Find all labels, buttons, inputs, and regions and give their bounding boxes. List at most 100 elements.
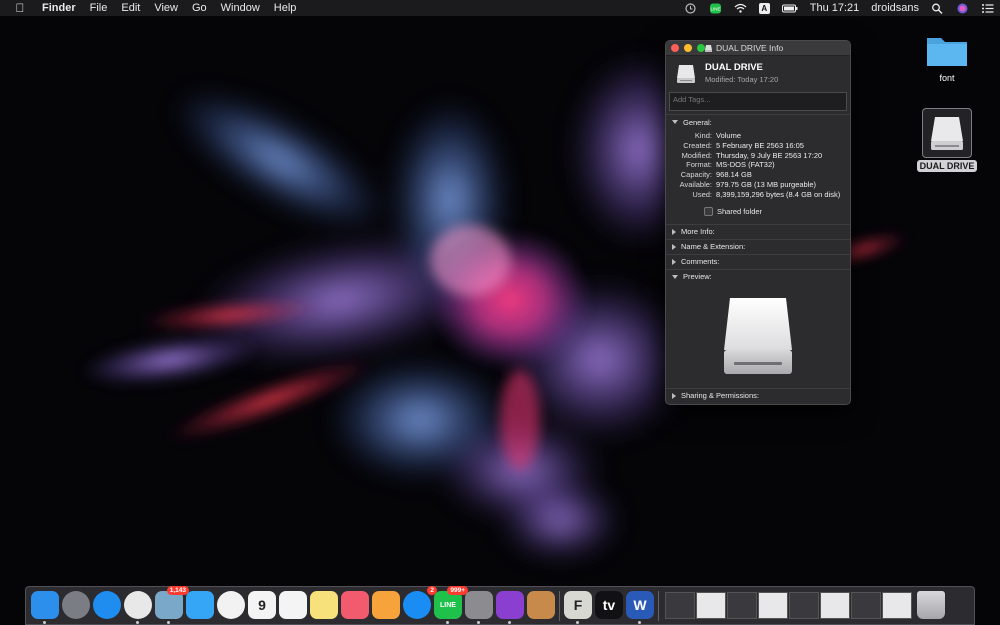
preview-pane bbox=[666, 284, 850, 388]
general-section-body: Kind: Volume Created: 5 February BE 2563 1… bbox=[666, 129, 850, 224]
desktop-drive-dual-drive[interactable]: DUAL DRIVE bbox=[912, 108, 982, 172]
wifi-icon[interactable] bbox=[734, 3, 747, 14]
info-row-used: Used: 8,399,159,296 bytes (8.4 GB on disk… bbox=[666, 190, 846, 200]
section-comments-header[interactable]: Comments: bbox=[666, 253, 850, 269]
section-more-info-header[interactable]: More Info: bbox=[666, 223, 850, 239]
section-label: Preview: bbox=[683, 272, 712, 282]
battery-icon[interactable] bbox=[781, 3, 798, 14]
time-machine-icon[interactable] bbox=[684, 2, 697, 14]
dock-running-indicator bbox=[508, 621, 511, 624]
info-value: MS-DOS (FAT32) bbox=[716, 160, 775, 170]
menu-go[interactable]: Go bbox=[192, 2, 207, 14]
disclosure-right-icon bbox=[672, 258, 676, 265]
disclosure-right-icon bbox=[672, 243, 676, 250]
input-source-icon[interactable]: A bbox=[758, 2, 770, 14]
dock-minimized-window[interactable] bbox=[665, 592, 695, 619]
info-row-available: Available: 979.75 GB (13 MB purgeable) bbox=[666, 180, 846, 190]
line-status-icon[interactable]: LINE bbox=[709, 3, 722, 14]
external-drive-icon bbox=[931, 117, 963, 150]
dock-app-word-icon[interactable]: W bbox=[626, 591, 654, 619]
siri-icon[interactable] bbox=[956, 3, 969, 14]
dock-app-calendar-icon[interactable]: 9 bbox=[248, 591, 276, 619]
section-name-extension-header[interactable]: Name & Extension: bbox=[666, 238, 850, 254]
dock-minimized-window[interactable] bbox=[789, 592, 819, 619]
section-sharing-permissions-header[interactable]: Sharing & Permissions: bbox=[666, 387, 850, 403]
menu-edit[interactable]: Edit bbox=[121, 2, 140, 14]
info-key: Used: bbox=[692, 189, 712, 199]
info-key: Format: bbox=[686, 160, 712, 170]
info-key: Available: bbox=[679, 179, 712, 189]
drive-title-icon bbox=[705, 45, 712, 52]
disclosure-down-icon bbox=[672, 120, 678, 124]
tags-field[interactable]: Add Tags... bbox=[669, 92, 847, 111]
dock-running-indicator bbox=[638, 621, 641, 624]
disclosure-down-icon bbox=[672, 274, 678, 279]
dock-app-safari-icon[interactable] bbox=[93, 591, 121, 619]
info-row-kind: Kind: Volume bbox=[666, 131, 846, 141]
dock-minimized-window[interactable] bbox=[882, 592, 912, 619]
info-value: Thursday, 9 July BE 2563 17:20 bbox=[716, 150, 823, 160]
dock-minimized-window[interactable] bbox=[820, 592, 850, 619]
section-label: Comments: bbox=[681, 257, 720, 267]
dock-app-affinity-photo-icon[interactable] bbox=[496, 591, 524, 619]
dock-running-indicator bbox=[43, 621, 46, 624]
dock-app-chrome-icon[interactable] bbox=[124, 591, 152, 619]
info-value: 979.75 GB (13 MB purgeable) bbox=[716, 179, 817, 189]
get-info-window: DUAL DRIVE Info DUAL DRIVE Modified: Tod… bbox=[665, 40, 851, 405]
dock-running-indicator bbox=[576, 621, 579, 624]
dock-app-pages-icon[interactable] bbox=[372, 591, 400, 619]
dock-app-messages-icon[interactable] bbox=[186, 591, 214, 619]
dock-minimized-window[interactable] bbox=[851, 592, 881, 619]
dock-app-music-icon[interactable] bbox=[341, 591, 369, 619]
user-name[interactable]: droidsans bbox=[871, 2, 919, 14]
dock-app-photos-icon[interactable] bbox=[217, 591, 245, 619]
drive-preview-icon bbox=[724, 297, 792, 374]
info-key: Kind: bbox=[694, 131, 712, 140]
dock-separator bbox=[559, 591, 560, 621]
close-window-button[interactable] bbox=[671, 44, 679, 52]
minimize-window-button[interactable] bbox=[684, 44, 692, 52]
dock-minimized-window[interactable] bbox=[758, 592, 788, 619]
dock-app-launchpad-icon[interactable] bbox=[62, 591, 90, 619]
dock-trash-icon[interactable] bbox=[917, 591, 945, 619]
dock-app-reminders-icon[interactable] bbox=[279, 591, 307, 619]
section-general-header[interactable]: General: bbox=[666, 114, 850, 129]
dock-app-apple-tv-icon[interactable]: tv bbox=[595, 591, 623, 619]
spotlight-search-icon[interactable] bbox=[931, 3, 944, 14]
info-header: DUAL DRIVE Modified: Today 17:20 bbox=[666, 56, 850, 90]
dock-icon-glyph: LINE bbox=[440, 601, 456, 609]
dock-app-system-preferences-icon[interactable] bbox=[465, 591, 493, 619]
dock-app-finder-icon[interactable] bbox=[31, 591, 59, 619]
dock-app-fontlab-icon[interactable]: F bbox=[564, 591, 592, 619]
dock: 1,143 9 2 LINE 999+ Ftv W bbox=[25, 586, 975, 625]
drive-icon bbox=[677, 65, 695, 83]
info-key: Capacity: bbox=[680, 170, 712, 180]
dock-app-calculator-icon[interactable] bbox=[527, 591, 555, 619]
menu-file[interactable]: File bbox=[90, 2, 108, 14]
menu-window[interactable]: Window bbox=[221, 2, 260, 14]
dock-icon-glyph: tv bbox=[602, 597, 616, 613]
section-label: More Info: bbox=[681, 227, 715, 237]
apple-menu-icon[interactable]:  bbox=[10, 1, 30, 15]
dock-running-indicator bbox=[136, 621, 139, 624]
dock-app-notes-icon[interactable] bbox=[310, 591, 338, 619]
dock-minimized-window[interactable] bbox=[696, 592, 726, 619]
window-titlebar[interactable]: DUAL DRIVE Info bbox=[666, 41, 850, 56]
menu-app-finder[interactable]: Finder bbox=[42, 2, 76, 14]
shared-folder-checkbox[interactable] bbox=[704, 206, 713, 216]
dock-running-indicator bbox=[446, 621, 449, 624]
dock-separator bbox=[658, 591, 659, 621]
folder-icon bbox=[927, 38, 967, 66]
dock-minimized-window[interactable] bbox=[727, 592, 757, 619]
clock[interactable]: Thu 17:21 bbox=[810, 2, 860, 14]
dock-app-preview-icon[interactable]: 1,143 bbox=[155, 586, 189, 619]
dock-app-app-store-icon[interactable]: 2 bbox=[403, 586, 437, 619]
info-value: Volume bbox=[716, 131, 742, 140]
shared-folder-option[interactable]: Shared folder bbox=[666, 206, 846, 216]
menu-view[interactable]: View bbox=[154, 2, 178, 14]
section-preview-header[interactable]: Preview: bbox=[666, 268, 850, 284]
desktop-folder-font[interactable]: font bbox=[912, 30, 982, 84]
notification-center-icon[interactable] bbox=[981, 3, 994, 14]
menu-help[interactable]: Help bbox=[274, 2, 297, 14]
dock-app-line-icon[interactable]: LINE 999+ bbox=[434, 586, 468, 619]
